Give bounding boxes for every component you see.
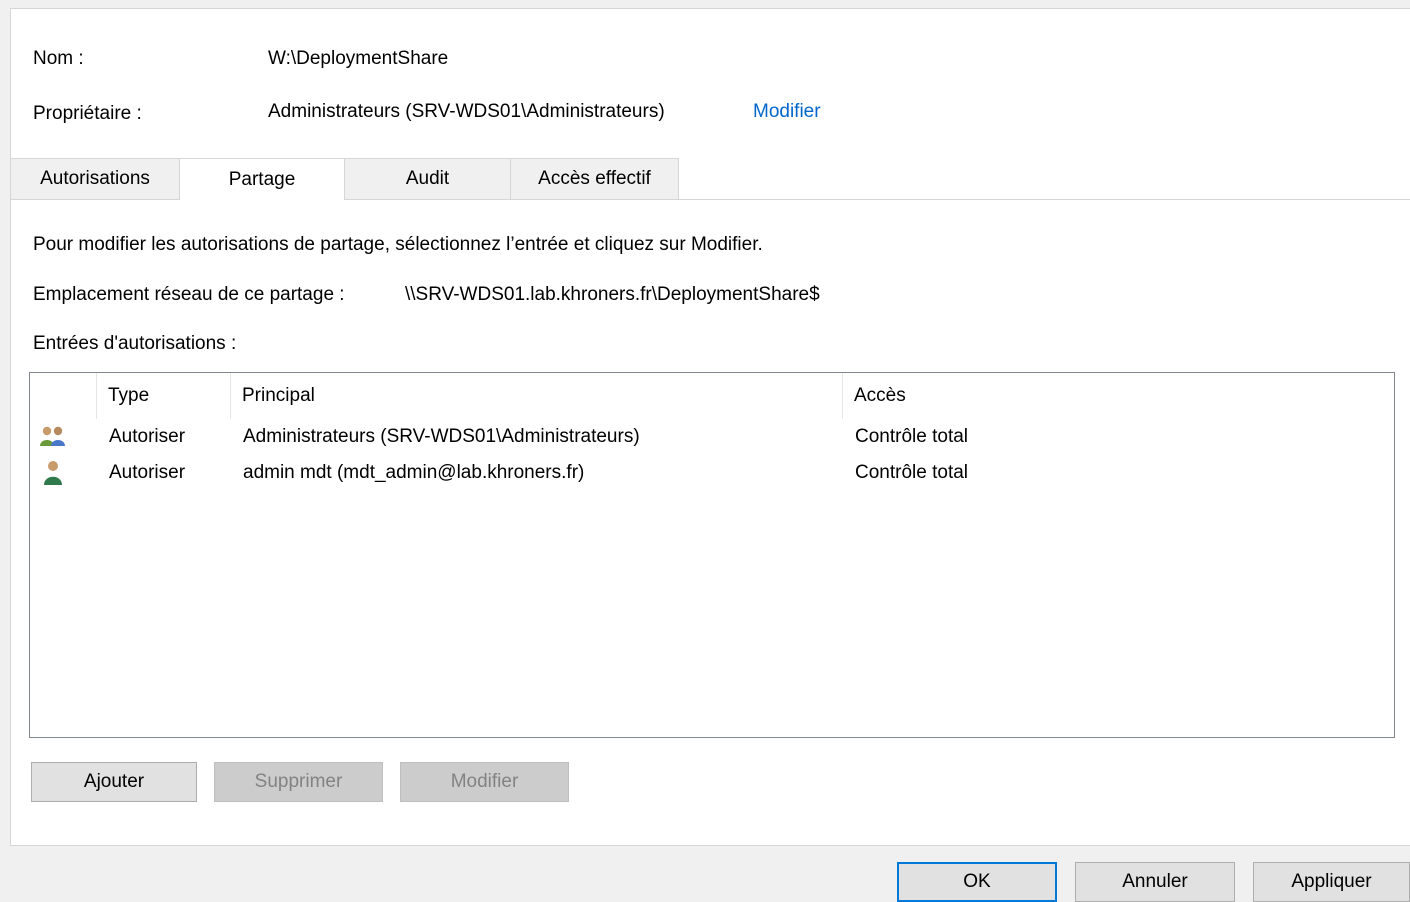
name-label: Nom : [33,48,84,69]
entry-access: Contrôle total [855,426,969,447]
owner-value: Administrateurs (SRV-WDS01\Administrateu… [268,101,665,122]
name-value: W:\DeploymentShare [268,48,449,69]
column-header-type[interactable]: Type [96,373,230,419]
table-row[interactable]: Autoriser Administrateurs (SRV-WDS01\Adm… [30,419,1394,455]
entry-type: Autoriser [109,426,186,447]
change-owner-link[interactable]: Modifier [753,101,821,123]
apply-button[interactable]: Appliquer [1253,862,1410,902]
network-location-label: Emplacement réseau de ce partage : [33,284,345,305]
network-location-value: \\SRV-WDS01.lab.khroners.fr\DeploymentSh… [405,284,820,305]
tab-autorisations[interactable]: Autorisations [10,158,180,199]
entry-principal: Administrateurs (SRV-WDS01\Administrateu… [243,426,640,447]
permission-entries-label: Entrées d'autorisations : [33,333,237,354]
remove-entry-button[interactable]: Supprimer [214,762,383,802]
edit-entry-button[interactable]: Modifier [400,762,569,802]
entry-type: Autoriser [109,462,186,483]
owner-label: Propriétaire : [33,103,142,124]
table-row[interactable]: Autoriser admin mdt (mdt_admin@lab.khron… [30,455,1394,491]
sharing-instructions: Pour modifier les autorisations de parta… [33,234,763,255]
add-entry-button[interactable]: Ajouter [31,762,197,802]
tab-audit[interactable]: Audit [344,158,511,199]
tab-partage[interactable]: Partage [179,158,345,200]
cancel-button[interactable]: Annuler [1075,862,1235,902]
entry-access: Contrôle total [855,462,969,483]
entry-principal: admin mdt (mdt_admin@lab.khroners.fr) [243,462,585,483]
user-icon [38,455,68,491]
ok-button[interactable]: OK [897,862,1057,902]
column-header-access[interactable]: Accès [842,373,1392,419]
tab-acces-effectif[interactable]: Accès effectif [510,158,679,199]
permission-entries-list[interactable]: Type Principal Accès Autoriser Administr… [29,372,1395,738]
column-separator[interactable] [96,373,97,419]
group-users-icon [38,419,68,455]
column-header-principal[interactable]: Principal [230,373,842,419]
